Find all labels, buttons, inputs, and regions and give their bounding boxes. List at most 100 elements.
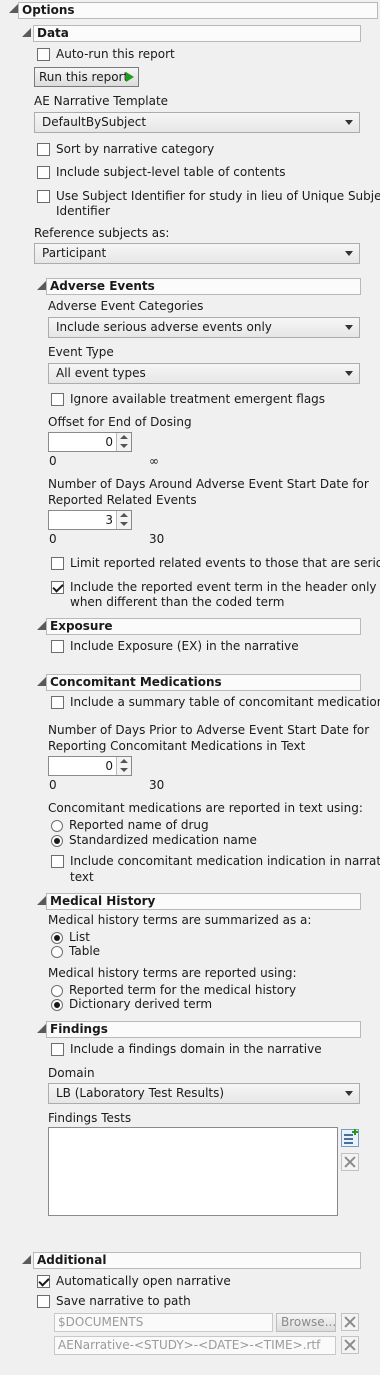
ae-days-label-line2: Reported Related Events <box>48 493 197 507</box>
ignore-flags-checkbox[interactable] <box>51 393 64 406</box>
conmeds-days-spinner[interactable]: 0 <box>48 756 132 776</box>
options-collapse-icon[interactable] <box>9 4 18 13</box>
ae-days-spinner[interactable]: 3 <box>48 510 132 530</box>
play-icon <box>126 72 134 82</box>
event-type-value: All event types <box>56 366 146 380</box>
conmeds-reported-label: Concomitant medications are reported in … <box>48 801 363 815</box>
medical-history-header: Medical History <box>46 893 361 910</box>
auto-run-checkbox[interactable] <box>37 48 50 61</box>
chevron-down-icon <box>345 120 353 125</box>
auto-open-checkbox[interactable] <box>37 1275 50 1288</box>
radio-dictionary-term-label: Dictionary derived term <box>69 997 213 1011</box>
ae-days-label-line1: Number of Days Around Adverse Event Star… <box>48 477 369 491</box>
findings-tests-list[interactable] <box>48 1127 338 1216</box>
findings-tests-label: Findings Tests <box>48 1111 132 1125</box>
conmeds-collapse-icon[interactable] <box>37 677 46 686</box>
mh-reported-label: Medical history terms are reported using… <box>48 966 297 980</box>
medical-history-collapse-icon[interactable] <box>37 896 46 905</box>
spin-up-icon[interactable] <box>120 759 128 763</box>
clear-filename-icon[interactable] <box>341 1336 359 1354</box>
run-report-label: Run this report <box>39 70 129 84</box>
radio-list[interactable] <box>51 932 63 944</box>
ae-categories-select[interactable]: Include serious adverse events only <box>48 317 360 338</box>
add-list-icon[interactable] <box>341 1129 359 1147</box>
spinner-buttons[interactable] <box>116 433 131 451</box>
findings-collapse-icon[interactable] <box>37 1024 46 1033</box>
domain-value: LB (Laboratory Test Results) <box>56 1086 225 1100</box>
additional-header: Additional <box>33 1252 361 1269</box>
radio-standardized-name[interactable] <box>51 835 63 847</box>
spin-down-icon[interactable] <box>120 522 128 526</box>
data-collapse-icon[interactable] <box>22 28 31 37</box>
event-type-label: Event Type <box>48 345 114 359</box>
radio-dictionary-term[interactable] <box>51 999 63 1011</box>
adverse-events-header: Adverse Events <box>46 278 361 295</box>
conmeds-summary-checkbox[interactable] <box>51 696 64 709</box>
spin-down-icon[interactable] <box>120 768 128 772</box>
template-select[interactable]: DefaultBySubject <box>34 112 360 133</box>
limit-serious-checkbox[interactable] <box>51 557 64 570</box>
template-label: AE Narrative Template <box>34 94 169 108</box>
reference-label: Reference subjects as: <box>34 226 170 240</box>
include-term-label-line1: Include the reported event term in the h… <box>70 580 377 594</box>
mh-summarized-label: Medical history terms are summarized as … <box>48 913 312 927</box>
clear-path-icon[interactable] <box>341 1313 359 1331</box>
browse-button[interactable]: Browse... <box>276 1313 336 1332</box>
adverse-events-collapse-icon[interactable] <box>37 281 46 290</box>
spin-up-icon[interactable] <box>120 435 128 439</box>
chevron-down-icon <box>345 371 353 376</box>
indication-checkbox[interactable] <box>51 855 64 868</box>
findings-checkbox[interactable] <box>51 1043 64 1056</box>
findings-header: Findings <box>46 1021 361 1038</box>
radio-reported-name-label: Reported name of drug <box>69 818 209 832</box>
event-type-select[interactable]: All event types <box>48 363 360 384</box>
template-value: DefaultBySubject <box>42 115 147 129</box>
conmeds-days-label-line1: Number of Days Prior to Adverse Event St… <box>48 723 370 737</box>
conmeds-days-max: 30 <box>149 778 165 792</box>
path-field[interactable]: $DOCUMENTS <box>54 1313 273 1332</box>
radio-standardized-name-label: Standardized medication name <box>69 833 257 847</box>
findings-label: Include a findings domain in the narrati… <box>70 1042 322 1056</box>
spinner-buttons[interactable] <box>116 511 131 529</box>
exposure-collapse-icon[interactable] <box>37 621 46 630</box>
reference-select[interactable]: Participant <box>34 243 360 264</box>
radio-reported-name[interactable] <box>51 820 63 832</box>
exposure-label: Include Exposure (EX) in the narrative <box>70 639 299 653</box>
offset-spinner[interactable]: 0 <box>48 432 132 452</box>
sort-checkbox[interactable] <box>37 143 50 156</box>
radio-reported-term[interactable] <box>51 985 63 997</box>
ae-days-value: 3 <box>105 513 113 527</box>
spin-up-icon[interactable] <box>120 513 128 517</box>
usubj-checkbox[interactable] <box>37 190 50 203</box>
radio-reported-term-label: Reported term for the medical history <box>69 983 297 997</box>
radio-list-label: List <box>69 930 90 944</box>
offset-label: Offset for End of Dosing <box>48 415 192 429</box>
sort-label: Sort by narrative category <box>56 142 215 156</box>
remove-test-icon[interactable] <box>341 1153 359 1171</box>
save-path-checkbox[interactable] <box>37 1295 50 1308</box>
chevron-down-icon <box>345 1091 353 1096</box>
chevron-down-icon <box>345 251 353 256</box>
offset-min: 0 <box>49 454 57 468</box>
additional-collapse-icon[interactable] <box>22 1255 31 1264</box>
auto-run-label: Auto-run this report <box>56 47 175 61</box>
auto-open-label: Automatically open narrative <box>56 1274 231 1288</box>
exposure-checkbox[interactable] <box>51 640 64 653</box>
domain-select[interactable]: LB (Laboratory Test Results) <box>48 1083 360 1104</box>
spin-down-icon[interactable] <box>120 444 128 448</box>
usubj-label-line1: Use Subject Identifier for study in lieu… <box>56 189 380 203</box>
limit-serious-label: Limit reported related events to those t… <box>70 556 380 570</box>
conmeds-days-value: 0 <box>105 759 113 773</box>
data-header: Data <box>33 25 361 42</box>
indication-label-line2: text <box>70 870 94 884</box>
spinner-buttons[interactable] <box>116 757 131 775</box>
radio-table-label: Table <box>69 944 101 958</box>
ae-days-max: 30 <box>149 532 165 546</box>
run-report-button[interactable]: Run this report <box>34 67 139 87</box>
conmeds-header: Concomitant Medications <box>46 674 361 691</box>
filename-field[interactable]: AENarrative-<STUDY>-<DATE>-<TIME>.rtf <box>54 1336 336 1355</box>
include-term-checkbox[interactable] <box>51 581 64 594</box>
toc-checkbox[interactable] <box>37 166 50 179</box>
radio-table[interactable] <box>51 946 63 958</box>
conmeds-days-min: 0 <box>49 778 57 792</box>
